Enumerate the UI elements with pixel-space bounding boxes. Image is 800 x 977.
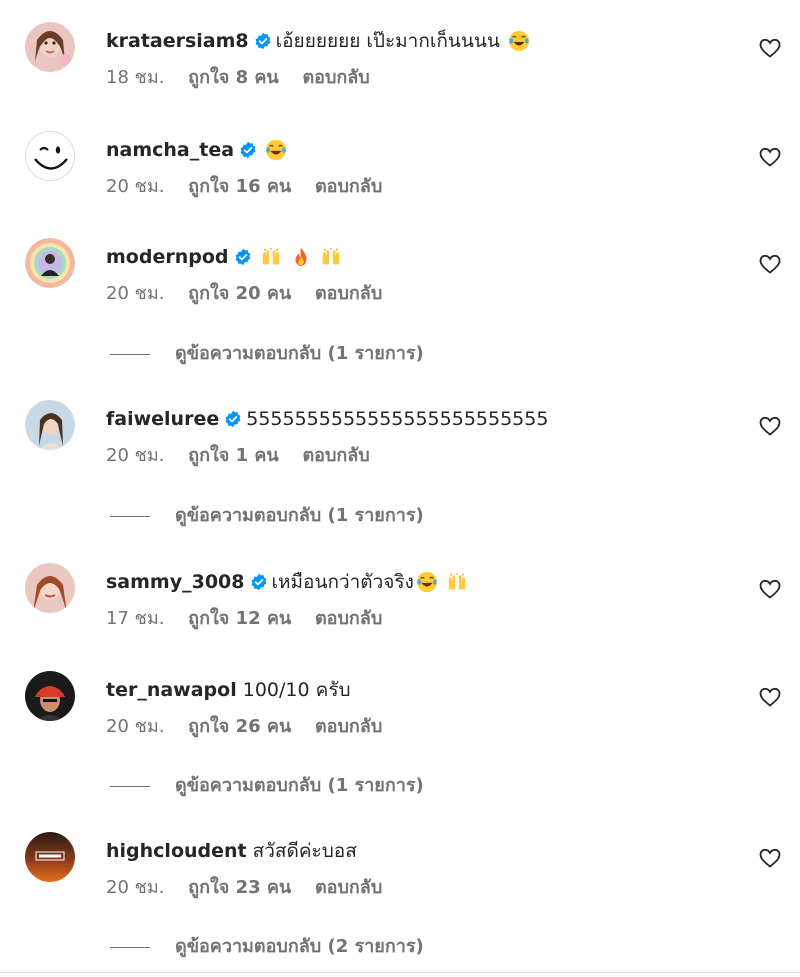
raised-hands-emoji-icon bbox=[446, 571, 468, 593]
heart-outline-icon[interactable] bbox=[758, 685, 782, 709]
heart-outline-icon[interactable] bbox=[758, 846, 782, 870]
heart-outline-icon[interactable] bbox=[758, 252, 782, 276]
reply-button[interactable]: ตอบกลับ bbox=[315, 176, 382, 197]
heart-outline-icon[interactable] bbox=[758, 577, 782, 601]
divider bbox=[110, 946, 150, 948]
laughing-tears-emoji-icon bbox=[508, 30, 530, 52]
verified-badge-icon bbox=[254, 32, 272, 50]
raised-hands-emoji-icon bbox=[260, 246, 282, 268]
view-replies-label: ดูข้อความตอบกลับ (1 รายการ) bbox=[175, 343, 424, 364]
comment-text: สวัสดีค่ะบอส bbox=[252, 840, 357, 862]
comment-text: 100/10 ครับ bbox=[242, 679, 351, 701]
view-replies-button[interactable]: ดูข้อความตอบกลับ (1 รายการ) bbox=[110, 774, 424, 798]
reply-button[interactable]: ตอบกลับ bbox=[315, 877, 382, 898]
username[interactable]: namcha_tea bbox=[106, 137, 234, 163]
avatar-modernpod[interactable] bbox=[25, 238, 75, 288]
comment-time: 20 ชม. bbox=[106, 445, 165, 466]
heart-outline-icon[interactable] bbox=[758, 145, 782, 169]
verified-badge-icon bbox=[224, 410, 242, 428]
avatar-krataersiam8[interactable] bbox=[25, 22, 75, 72]
username[interactable]: ter_nawapol bbox=[106, 677, 237, 703]
username[interactable]: krataersiam8 bbox=[106, 28, 249, 54]
comment-text: เอ้ยยยยยย เป๊ะมากเก็นนนน bbox=[275, 30, 500, 52]
like-count[interactable]: ถูกใจ 16 คน bbox=[188, 176, 291, 197]
username[interactable]: modernpod bbox=[106, 244, 229, 270]
comment-text: 5555555555555555555555555 bbox=[246, 408, 549, 430]
view-replies-label: ดูข้อความตอบกลับ (1 รายการ) bbox=[175, 775, 424, 796]
like-count[interactable]: ถูกใจ 23 คน bbox=[188, 877, 291, 898]
reply-button[interactable]: ตอบกลับ bbox=[315, 608, 382, 629]
avatar-sammy_3008[interactable] bbox=[25, 563, 75, 613]
like-count[interactable]: ถูกใจ 26 คน bbox=[188, 716, 291, 737]
username[interactable]: highcloudent bbox=[106, 838, 247, 864]
comment-time: 20 ชม. bbox=[106, 176, 165, 197]
heart-outline-icon[interactable] bbox=[758, 414, 782, 438]
comment-text: เหมือนกว่าตัวจริง bbox=[271, 571, 414, 593]
like-count[interactable]: ถูกใจ 8 คน bbox=[188, 67, 279, 88]
heart-outline-icon[interactable] bbox=[758, 36, 782, 60]
verified-badge-icon bbox=[234, 248, 252, 266]
avatar-highcloudent[interactable] bbox=[25, 832, 75, 882]
view-replies-label: ดูข้อความตอบกลับ (2 รายการ) bbox=[175, 936, 424, 957]
avatar-faiweluree[interactable] bbox=[25, 400, 75, 450]
view-replies-button[interactable]: ดูข้อความตอบกลับ (2 รายการ) bbox=[110, 935, 424, 959]
username[interactable]: faiweluree bbox=[106, 406, 219, 432]
comment-time: 20 ชม. bbox=[106, 283, 165, 304]
verified-badge-icon bbox=[250, 573, 268, 591]
divider bbox=[110, 785, 150, 787]
comment-time: 17 ชม. bbox=[106, 608, 165, 629]
reply-button[interactable]: ตอบกลับ bbox=[302, 445, 369, 466]
reply-button[interactable]: ตอบกลับ bbox=[315, 716, 382, 737]
fire-emoji-icon bbox=[290, 246, 312, 268]
comment-time: 18 ชม. bbox=[106, 67, 165, 88]
comment-time: 20 ชม. bbox=[106, 716, 165, 737]
laughing-tears-emoji-icon bbox=[265, 139, 287, 161]
avatar-ter_nawapol[interactable] bbox=[25, 671, 75, 721]
bottom-divider bbox=[0, 972, 800, 973]
avatar-namcha_tea[interactable] bbox=[25, 131, 75, 181]
view-replies-button[interactable]: ดูข้อความตอบกลับ (1 รายการ) bbox=[110, 342, 424, 366]
view-replies-label: ดูข้อความตอบกลับ (1 รายการ) bbox=[175, 505, 424, 526]
reply-button[interactable]: ตอบกลับ bbox=[315, 283, 382, 304]
verified-badge-icon bbox=[239, 141, 257, 159]
like-count[interactable]: ถูกใจ 12 คน bbox=[188, 608, 291, 629]
like-count[interactable]: ถูกใจ 20 คน bbox=[188, 283, 291, 304]
laughing-tears-emoji-icon bbox=[416, 571, 438, 593]
reply-button[interactable]: ตอบกลับ bbox=[302, 67, 369, 88]
divider bbox=[110, 353, 150, 355]
like-count[interactable]: ถูกใจ 1 คน bbox=[188, 445, 279, 466]
view-replies-button[interactable]: ดูข้อความตอบกลับ (1 รายการ) bbox=[110, 504, 424, 528]
divider bbox=[110, 515, 150, 517]
username[interactable]: sammy_3008 bbox=[106, 569, 245, 595]
comment-time: 20 ชม. bbox=[106, 877, 165, 898]
raised-hands-emoji-icon bbox=[320, 246, 342, 268]
